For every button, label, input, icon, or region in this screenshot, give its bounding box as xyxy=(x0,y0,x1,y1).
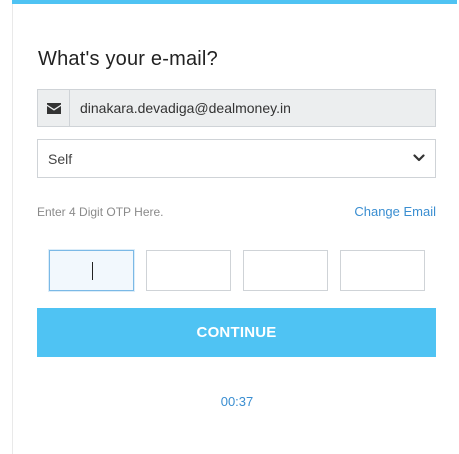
envelope-icon xyxy=(38,90,70,126)
otp-timer: 00:37 xyxy=(220,394,254,409)
continue-button[interactable]: CONTINUE xyxy=(37,308,436,357)
otp-digit-2[interactable] xyxy=(146,250,231,291)
email-field-group: dinakara.devadiga@dealmoney.in xyxy=(37,89,436,127)
otp-digit-3[interactable] xyxy=(243,250,328,291)
otp-email-page: What's your e-mail? dinakara.devadiga@de… xyxy=(0,0,459,454)
otp-digit-1[interactable] xyxy=(49,250,134,291)
page-title: What's your e-mail? xyxy=(38,48,218,70)
email-field[interactable]: dinakara.devadiga@dealmoney.in xyxy=(70,90,435,126)
relation-select-value: Self xyxy=(48,150,73,167)
envelope-icon-svg xyxy=(46,102,61,114)
panel-left-border xyxy=(12,4,13,454)
relation-select[interactable]: Self xyxy=(37,139,436,178)
chevron-down-icon xyxy=(413,154,425,162)
otp-label: Enter 4 Digit OTP Here. xyxy=(37,205,164,219)
change-email-link[interactable]: Change Email xyxy=(354,204,436,219)
top-accent-bar xyxy=(12,0,457,4)
otp-digit-4[interactable] xyxy=(340,250,425,291)
